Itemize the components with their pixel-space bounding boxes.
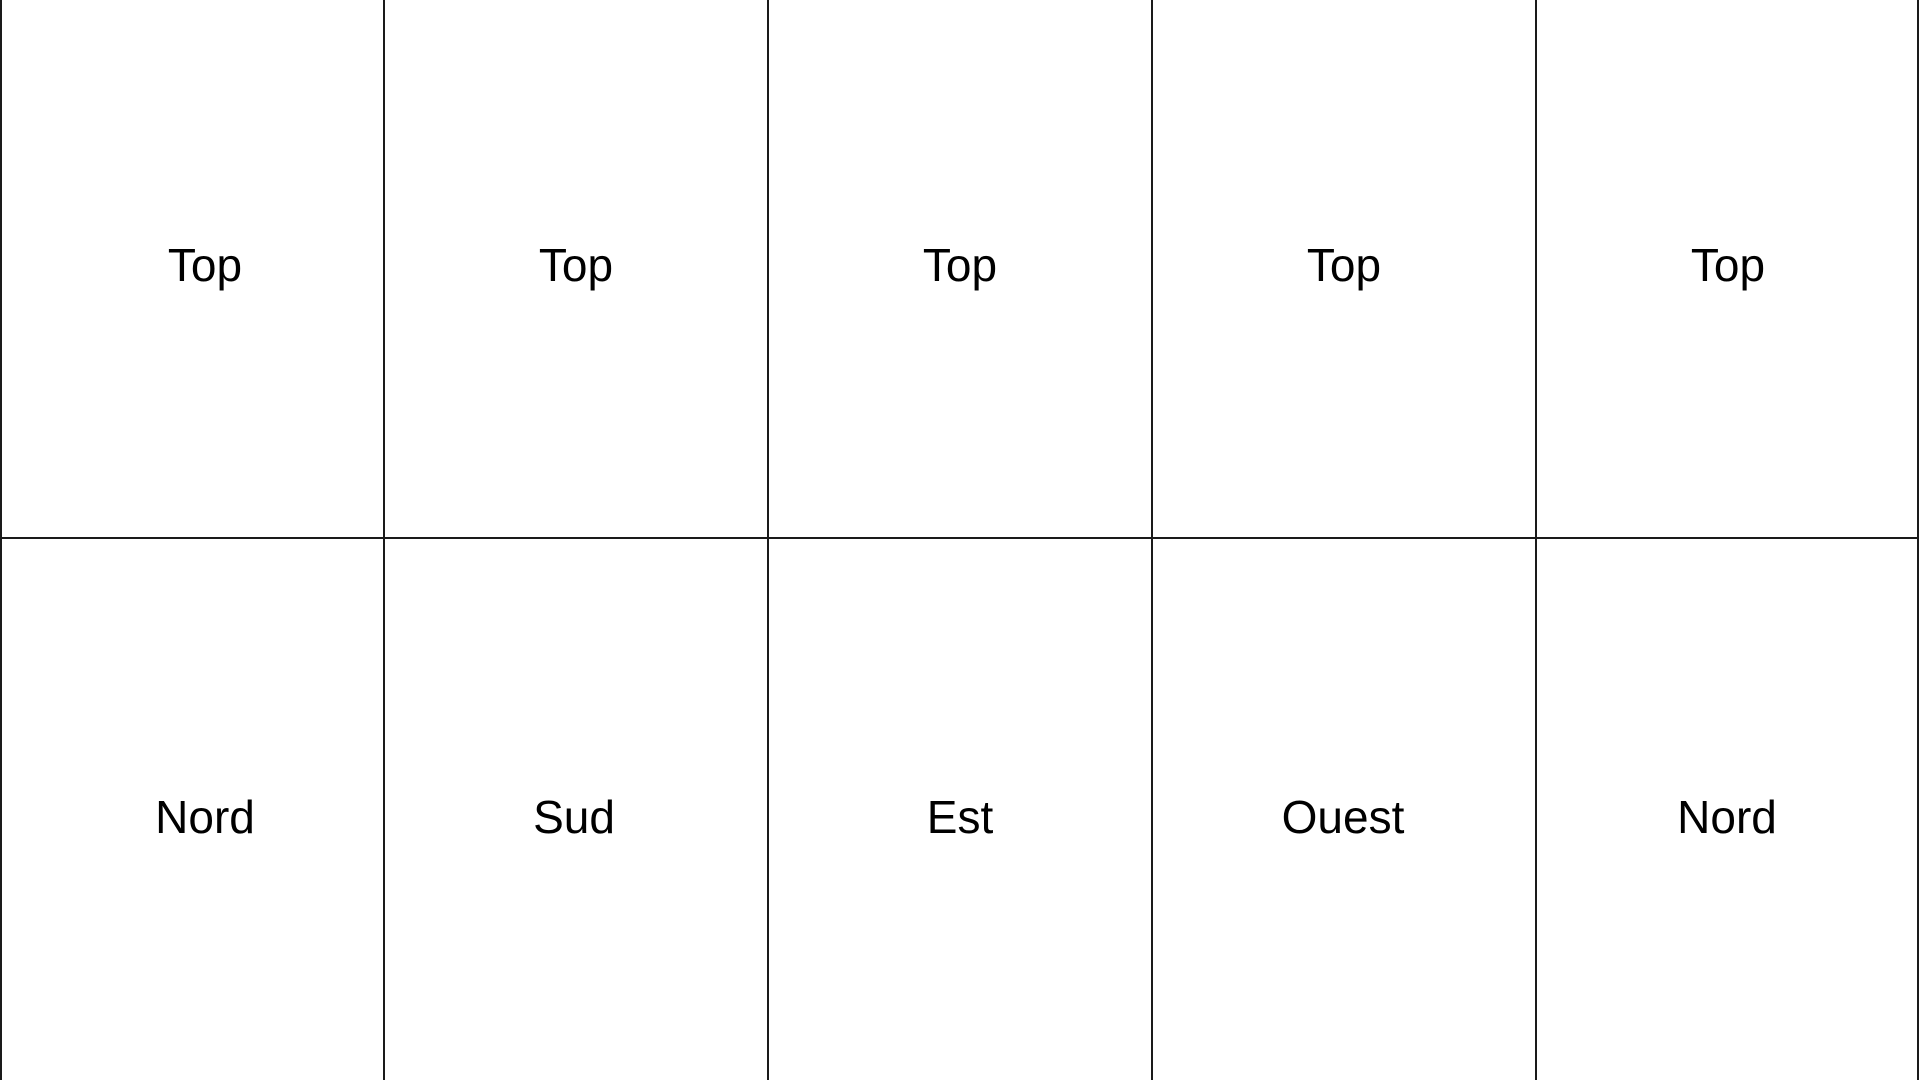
cell-label-bottom-5: Nord: [1677, 791, 1777, 843]
cell-label-bottom-3: Est: [926, 791, 994, 843]
grid-line-left: [0, 0, 2, 1080]
grid-line-right: [1917, 0, 1919, 1080]
grid-line-3: [1151, 0, 1153, 1080]
cell-label-bottom-1: Nord: [155, 791, 255, 843]
grid-line-1: [383, 0, 385, 1080]
cell-label-top-5: Top: [1690, 239, 1766, 291]
cell-label-top-2: Top: [538, 239, 614, 291]
grid-line-middle: [0, 537, 1919, 539]
cell-label-bottom-4: Ouest: [1281, 791, 1405, 843]
grid-line-4: [1535, 0, 1537, 1080]
face-grid: Top Top Top Top Top Nord Sud Est Ouest N…: [0, 0, 1920, 1080]
cell-label-top-3: Top: [922, 239, 998, 291]
cell-label-top-4: Top: [1306, 239, 1382, 291]
grid-line-2: [767, 0, 769, 1080]
cell-label-top-1: Top: [167, 239, 243, 291]
cell-label-bottom-2: Sud: [533, 791, 615, 843]
